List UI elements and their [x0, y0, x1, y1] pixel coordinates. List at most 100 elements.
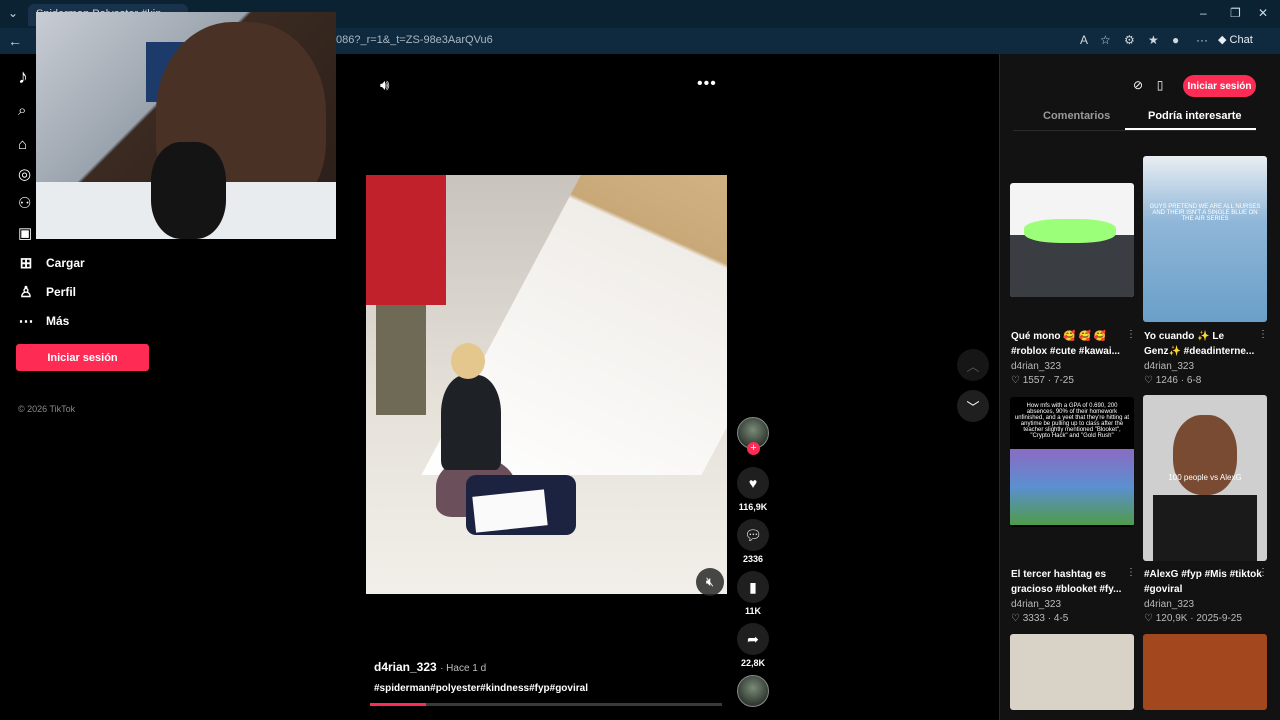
video-author-line: d4rian_323 · Hace 1 d: [374, 660, 486, 674]
login-button-sidebar[interactable]: Iniciar sesión: [16, 344, 149, 371]
video-time-ago: · Hace 1 d: [440, 663, 487, 674]
mute-toggle-icon[interactable]: 🔇︎: [696, 568, 724, 596]
heart-icon: ♥: [737, 467, 769, 499]
video-employee: [366, 175, 446, 305]
sidebar-item-profile[interactable]: ♙ Perfil: [18, 283, 76, 301]
save-button[interactable]: ▮ 11K: [737, 571, 769, 616]
card-thumbnail[interactable]: [1143, 634, 1267, 710]
browser-menu-icon[interactable]: ···: [1196, 33, 1208, 47]
card-thumbnail[interactable]: [1010, 183, 1134, 297]
sidebar-item-upload[interactable]: ⊞ Cargar: [18, 254, 85, 272]
sidebar-item-label: Cargar: [46, 256, 85, 270]
video-progress-bar[interactable]: [370, 703, 722, 706]
video-progress-fill: [370, 703, 427, 706]
card-more-icon[interactable]: ⋮: [1126, 567, 1136, 578]
collections-icon[interactable]: ★: [1148, 33, 1159, 47]
login-button-header[interactable]: Iniciar sesión: [1183, 75, 1256, 97]
video-hashtags[interactable]: #spiderman#polyester#kindness#fyp#govira…: [374, 683, 588, 694]
sound-avatar-button[interactable]: [737, 675, 769, 707]
tab-list-icon[interactable]: ⌄: [8, 6, 18, 20]
sidebar-item-label: Perfil: [46, 285, 77, 299]
thumb-caption: 100 people vs AlexG: [1168, 473, 1242, 482]
video-author[interactable]: d4rian_323: [374, 660, 437, 674]
chat-label: Chat: [1229, 34, 1253, 46]
like-button[interactable]: ♥ 116,9K: [737, 467, 769, 512]
card-thumbnail[interactable]: [1010, 634, 1134, 710]
more-options-icon[interactable]: •••: [697, 75, 717, 93]
card-title[interactable]: Yo cuando ✨ Le Genz✨ #deadinterne...: [1144, 329, 1262, 359]
card-thumbnail[interactable]: GUYS PRETEND WE ARE ALL NURSES AND THEIR…: [1143, 156, 1267, 322]
share-icon: ➦: [737, 623, 769, 655]
card-meta: ♡ 1557 · 7-25: [1011, 375, 1074, 386]
video-child-head: [451, 343, 485, 379]
thumb-face: [1173, 415, 1237, 495]
card-author[interactable]: d4rian_323: [1144, 361, 1194, 372]
profile-icon: ♙: [19, 284, 33, 301]
card-title[interactable]: El tercer hashtag es gracioso #blooket #…: [1011, 567, 1129, 597]
card-meta: ♡ 3333 · 4-5: [1011, 613, 1069, 624]
comment-icon: 💬︎: [737, 519, 769, 551]
link-icon[interactable]: ⊘: [1128, 78, 1148, 92]
card-meta: ♡ 120,9K · 2025-9-25: [1144, 613, 1242, 624]
webcam-overlay: [36, 12, 336, 239]
tab-comments[interactable]: Comentarios: [1043, 110, 1110, 122]
card-more-icon[interactable]: ⋮: [1126, 329, 1136, 340]
thumb-game-scene: [1010, 449, 1134, 525]
active-tab-indicator: [1125, 128, 1256, 130]
copyright-text: © 2026 TikTok: [18, 404, 76, 414]
thumb-shirt: [1153, 495, 1257, 561]
thumb-caption: GUYS PRETEND WE ARE ALL NURSES AND THEIR…: [1149, 204, 1261, 222]
volume-icon[interactable]: 🔊︎: [380, 77, 389, 94]
live-icon[interactable]: ▣: [18, 224, 32, 242]
follow-plus-icon[interactable]: +: [747, 442, 760, 455]
minimize-icon[interactable]: –: [1200, 6, 1207, 20]
card-meta: ♡ 1246 · 6-8: [1144, 375, 1202, 386]
previous-video-icon[interactable]: ︿: [957, 349, 989, 381]
video-employee-legs: [376, 305, 426, 415]
tiktok-logo[interactable]: ♪: [18, 66, 28, 89]
card-more-icon[interactable]: ⋮: [1258, 329, 1268, 340]
favorite-star-icon[interactable]: ☆: [1100, 33, 1111, 47]
back-arrow-icon[interactable]: ←: [8, 33, 22, 49]
comment-button[interactable]: 💬︎ 2336: [737, 519, 769, 564]
card-thumbnail[interactable]: How mfs with a GPA of 0.690, 200 absence…: [1010, 397, 1134, 527]
share-count: 22,8K: [740, 658, 766, 668]
share-button[interactable]: ➦ 22,8K: [737, 623, 769, 668]
phone-icon[interactable]: ▯: [1150, 78, 1170, 92]
maximize-icon[interactable]: ❐: [1230, 6, 1241, 20]
explore-icon[interactable]: ◎: [18, 165, 31, 183]
card-thumbnail[interactable]: 100 people vs AlexG: [1143, 395, 1267, 561]
more-icon: ⋯: [18, 313, 34, 330]
sidebar-item-label: Más: [46, 314, 70, 328]
like-count: 116,9K: [738, 502, 768, 512]
profile-avatar-icon[interactable]: ●: [1172, 33, 1179, 47]
url-field[interactable]: 086?_r=1&_t=ZS-98e3AarQVu6: [336, 34, 493, 46]
card-author[interactable]: d4rian_323: [1144, 599, 1194, 610]
translate-icon[interactable]: A: [1080, 33, 1088, 47]
bookmark-icon: ▮: [737, 571, 769, 603]
close-icon[interactable]: ✕: [1258, 6, 1268, 20]
extensions-icon[interactable]: ⚙: [1124, 33, 1135, 47]
card-more-icon[interactable]: ⋮: [1258, 567, 1268, 578]
sidebar-item-more[interactable]: ⋯ Más: [18, 312, 70, 330]
tab-recommended[interactable]: Podría interesarte: [1148, 110, 1242, 122]
creator-avatar-button[interactable]: +: [737, 417, 769, 455]
home-icon[interactable]: ⌂: [18, 136, 27, 153]
tab-divider: [1013, 130, 1256, 131]
video-paper: [472, 489, 548, 533]
comment-count: 2336: [742, 554, 764, 564]
card-title[interactable]: Qué mono 🥰 🥰 🥰 #roblox #cute #kawai...: [1011, 329, 1129, 359]
copilot-chat-button[interactable]: ◆ Chat: [1218, 33, 1253, 46]
thumb-caption: How mfs with a GPA of 0.690, 200 absence…: [1014, 403, 1130, 439]
search-icon[interactable]: ⌕: [18, 102, 26, 119]
video-child: [441, 375, 501, 470]
card-author[interactable]: d4rian_323: [1011, 599, 1061, 610]
sound-disc-icon: [737, 675, 769, 707]
card-title[interactable]: #AlexG #fyp #Mis #tiktok #goviral: [1144, 567, 1262, 597]
following-icon[interactable]: ⚇: [18, 194, 31, 212]
card-author[interactable]: d4rian_323: [1011, 361, 1061, 372]
thumb-roblox-slime: [1024, 219, 1116, 243]
video-player[interactable]: [366, 175, 727, 594]
microphone: [151, 142, 226, 239]
next-video-icon[interactable]: ﹀: [957, 390, 989, 422]
